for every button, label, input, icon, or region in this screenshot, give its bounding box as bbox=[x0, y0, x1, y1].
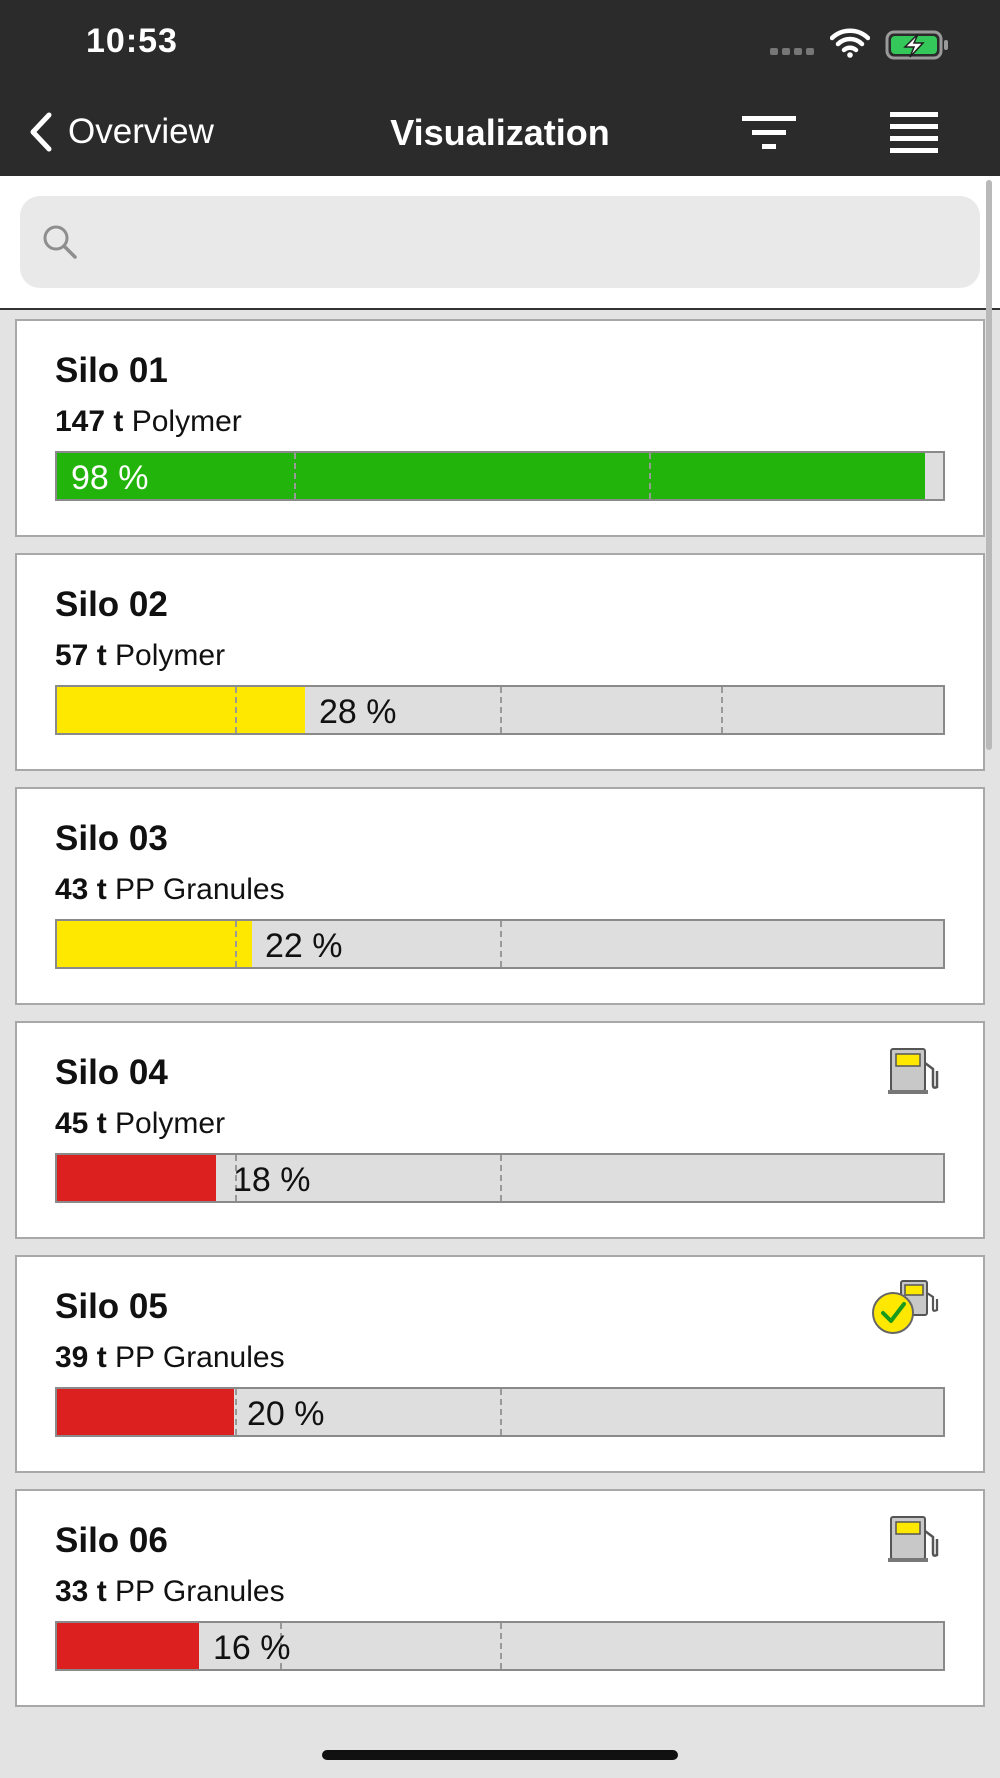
silo-quantity: 39 t bbox=[55, 1341, 107, 1374]
silo-name: Silo 06 bbox=[55, 1521, 168, 1560]
silo-material: Polymer bbox=[115, 639, 226, 672]
silo-content: 147 t Polymer bbox=[55, 405, 242, 439]
fill-percent: 20 % bbox=[247, 1395, 325, 1433]
threshold-marker bbox=[235, 921, 237, 967]
fill-level-bar: 22 % bbox=[55, 919, 945, 969]
fill-percent: 98 % bbox=[71, 459, 149, 497]
fill-percent: 16 % bbox=[213, 1629, 291, 1667]
silo-name: Silo 04 bbox=[55, 1053, 168, 1092]
page-title: Visualization bbox=[390, 112, 610, 153]
search-box[interactable] bbox=[20, 196, 980, 288]
fill-level-bar: 98 % bbox=[55, 451, 945, 501]
silo-content: 39 t PP Granules bbox=[55, 1341, 285, 1375]
navigation-bar: Overview Visualization bbox=[0, 88, 1000, 176]
filter-icon[interactable] bbox=[740, 110, 800, 154]
silo-content: 43 t PP Granules bbox=[55, 873, 285, 907]
fuel-pump-icon[interactable] bbox=[887, 1513, 941, 1565]
fill-percent: 28 % bbox=[319, 693, 397, 731]
silo-quantity: 57 t bbox=[55, 639, 107, 672]
silo-quantity: 45 t bbox=[55, 1107, 107, 1140]
silo-card[interactable]: Silo 02 57 t Polymer 28 % bbox=[15, 553, 985, 771]
silo-material: Polymer bbox=[115, 1107, 226, 1140]
menu-icon[interactable] bbox=[888, 108, 940, 154]
threshold-marker bbox=[235, 1389, 237, 1435]
silo-content: 45 t Polymer bbox=[55, 1107, 225, 1141]
threshold-marker bbox=[294, 453, 296, 499]
fill-percent: 22 % bbox=[265, 927, 343, 965]
threshold-marker bbox=[500, 1155, 502, 1201]
fill-level-indicator bbox=[57, 921, 252, 967]
battery-charging-icon bbox=[885, 30, 948, 60]
threshold-marker bbox=[649, 453, 651, 499]
silo-card[interactable]: Silo 05 39 t PP Granules 20 % bbox=[15, 1255, 985, 1473]
wifi-icon bbox=[830, 28, 870, 58]
cellular-signal-icon bbox=[770, 48, 814, 56]
silo-name: Silo 03 bbox=[55, 819, 168, 858]
silo-card[interactable]: Silo 01 147 t Polymer 98 % bbox=[15, 319, 985, 537]
silo-material: PP Granules bbox=[115, 873, 285, 906]
silo-name: Silo 05 bbox=[55, 1287, 168, 1326]
silo-content: 33 t PP Granules bbox=[55, 1575, 285, 1609]
fill-level-bar: 18 % bbox=[55, 1153, 945, 1203]
silo-quantity: 43 t bbox=[55, 873, 107, 906]
fill-level-indicator bbox=[57, 1623, 199, 1669]
silo-card[interactable]: Silo 06 33 t PP Granules 16 % bbox=[15, 1489, 985, 1707]
search-icon bbox=[43, 225, 77, 259]
threshold-marker bbox=[235, 687, 237, 733]
silo-material: PP Granules bbox=[115, 1575, 285, 1608]
fill-level-bar: 20 % bbox=[55, 1387, 945, 1437]
silo-quantity: 33 t bbox=[55, 1575, 107, 1608]
silo-material: PP Granules bbox=[115, 1341, 285, 1374]
search-bar bbox=[0, 176, 1000, 310]
silo-content: 57 t Polymer bbox=[55, 639, 225, 673]
threshold-marker bbox=[721, 687, 723, 733]
fuel-pump-icon[interactable] bbox=[887, 1045, 941, 1097]
search-input[interactable] bbox=[100, 210, 960, 274]
fuel-pump-confirmed-icon[interactable] bbox=[871, 1279, 941, 1335]
fill-level-indicator bbox=[57, 453, 926, 499]
silo-card[interactable]: Silo 04 45 t Polymer 18 % bbox=[15, 1021, 985, 1239]
silo-material: Polymer bbox=[131, 405, 242, 438]
scrollbar[interactable] bbox=[986, 180, 992, 750]
silo-quantity: 147 t bbox=[55, 405, 124, 438]
fill-level-indicator bbox=[57, 1389, 235, 1435]
home-indicator[interactable] bbox=[322, 1750, 678, 1760]
silo-name: Silo 02 bbox=[55, 585, 168, 624]
threshold-marker bbox=[500, 1623, 502, 1669]
threshold-marker bbox=[500, 921, 502, 967]
silo-name: Silo 01 bbox=[55, 351, 168, 390]
fill-percent: 18 % bbox=[233, 1161, 311, 1199]
status-bar: 10:53 bbox=[0, 0, 1000, 88]
threshold-marker bbox=[500, 687, 502, 733]
fill-level-bar: 28 % bbox=[55, 685, 945, 735]
threshold-marker bbox=[500, 1389, 502, 1435]
fill-level-indicator bbox=[57, 687, 306, 733]
status-time: 10:53 bbox=[86, 22, 178, 60]
fill-level-bar: 16 % bbox=[55, 1621, 945, 1671]
fill-level-indicator bbox=[57, 1155, 217, 1201]
silo-card[interactable]: Silo 03 43 t PP Granules 22 % bbox=[15, 787, 985, 1005]
